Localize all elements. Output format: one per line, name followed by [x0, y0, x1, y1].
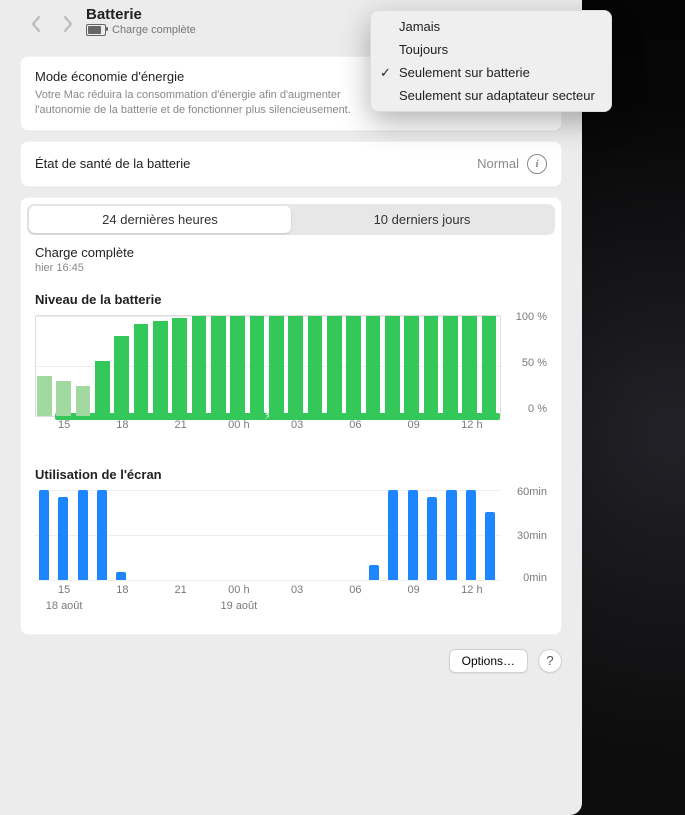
y-tick: 30min	[517, 530, 547, 542]
x-tick: 18	[116, 584, 128, 596]
chart-bar	[346, 316, 361, 416]
y-tick: 60min	[517, 486, 547, 498]
x-tick: 15	[58, 419, 70, 431]
x-tick: 03	[291, 584, 303, 596]
info-icon[interactable]: i	[527, 154, 547, 174]
low-power-mode-desc: Votre Mac réduira la consommation d'éner…	[35, 88, 375, 118]
x-date-label: 19 août	[221, 600, 258, 612]
page-title: Batterie	[86, 6, 196, 23]
chart-bar	[308, 316, 323, 416]
x-tick: 15	[58, 584, 70, 596]
chart-bar	[385, 316, 400, 416]
chart-bar	[443, 316, 458, 416]
chart-bar	[288, 316, 303, 416]
battery-health-label: État de santé de la batterie	[35, 156, 190, 171]
chart-bar	[366, 316, 381, 416]
x-tick: 06	[349, 584, 361, 596]
chart-bar	[408, 490, 418, 580]
chart-bar	[192, 316, 207, 416]
battery-usage-card: 24 dernières heures 10 derniers jours Ch…	[20, 197, 562, 635]
chart-bar	[37, 376, 52, 416]
x-tick: 18	[116, 419, 128, 431]
chart-bar	[388, 490, 398, 580]
chart-bar	[95, 361, 110, 416]
x-tick: 00 h	[228, 419, 249, 431]
chart-screen-title: Utilisation de l'écran	[35, 467, 547, 482]
options-button[interactable]: Options…	[449, 649, 528, 673]
chart-bar	[327, 316, 342, 416]
chart-battery-title: Niveau de la batterie	[35, 292, 547, 307]
x-tick: 00 h	[228, 584, 249, 596]
nav-back-button[interactable]	[24, 12, 48, 36]
y-tick: 0min	[523, 572, 547, 584]
chart-bar	[211, 316, 226, 416]
tab-24h[interactable]: 24 dernières heures	[29, 206, 291, 233]
y-tick: 0 %	[528, 403, 547, 415]
range-segmented-control: 24 dernières heures 10 derniers jours	[27, 204, 555, 235]
chart-bar	[446, 490, 456, 580]
check-icon: ✓	[380, 65, 391, 81]
chart-bar	[153, 321, 168, 416]
x-tick: 09	[408, 584, 420, 596]
menu-item-on-power-adapter[interactable]: Seulement sur adaptateur secteur	[371, 84, 611, 107]
header-subtitle: Charge complète	[112, 24, 196, 36]
x-tick: 12 h	[461, 419, 482, 431]
y-tick: 50 %	[522, 357, 547, 369]
chart-bar	[172, 318, 187, 416]
low-power-mode-menu: Jamais Toujours ✓Seulement sur batterie …	[370, 10, 612, 112]
screen-on-chart: 60min 30min 0min 15182100 h03060912 h 18…	[35, 490, 547, 620]
tab-10d[interactable]: 10 derniers jours	[291, 206, 553, 233]
y-tick: 100 %	[516, 311, 547, 323]
last-charge-time: hier 16:45	[35, 262, 547, 274]
help-button[interactable]: ?	[538, 649, 562, 673]
chart-bar	[462, 316, 477, 416]
menu-item-always[interactable]: Toujours	[371, 38, 611, 61]
x-tick: 03	[291, 419, 303, 431]
chart-bar	[250, 316, 265, 416]
chart-bar	[269, 316, 284, 416]
chart-bar	[485, 512, 495, 580]
x-date-label: 18 août	[46, 600, 83, 612]
battery-health-value: Normal	[477, 156, 519, 171]
chart-bar	[230, 316, 245, 416]
chart-bar	[116, 572, 126, 580]
chart-bar	[424, 316, 439, 416]
chart-bar	[56, 381, 71, 416]
battery-icon	[86, 24, 106, 36]
x-tick: 06	[349, 419, 361, 431]
menu-item-never[interactable]: Jamais	[371, 15, 611, 38]
chart-bar	[97, 490, 107, 580]
chart-bar	[114, 336, 129, 416]
chart-bar	[482, 316, 497, 416]
chart-bar	[76, 386, 91, 416]
chart-bar	[134, 324, 149, 416]
x-tick: 09	[408, 419, 420, 431]
nav-forward-button[interactable]	[56, 12, 80, 36]
battery-level-chart: ⚡︎ 100 % 50 % 0 % 15182100 h03060912 h	[35, 315, 547, 449]
chart-bar	[58, 497, 68, 580]
battery-settings-panel: Batterie Charge complète Mode économie d…	[0, 0, 582, 815]
chart-bar	[427, 497, 437, 580]
x-tick: 21	[175, 419, 187, 431]
battery-health-group: État de santé de la batterie Normal i	[20, 141, 562, 187]
chart-bar	[39, 490, 49, 580]
x-tick: 21	[175, 584, 187, 596]
chart-bar	[404, 316, 419, 416]
last-charge-title: Charge complète	[35, 245, 547, 260]
x-tick: 12 h	[461, 584, 482, 596]
chart-bar	[369, 565, 379, 580]
chart-bar	[78, 490, 88, 580]
menu-item-on-battery[interactable]: ✓Seulement sur batterie	[371, 61, 611, 84]
chart-bar	[466, 490, 476, 580]
